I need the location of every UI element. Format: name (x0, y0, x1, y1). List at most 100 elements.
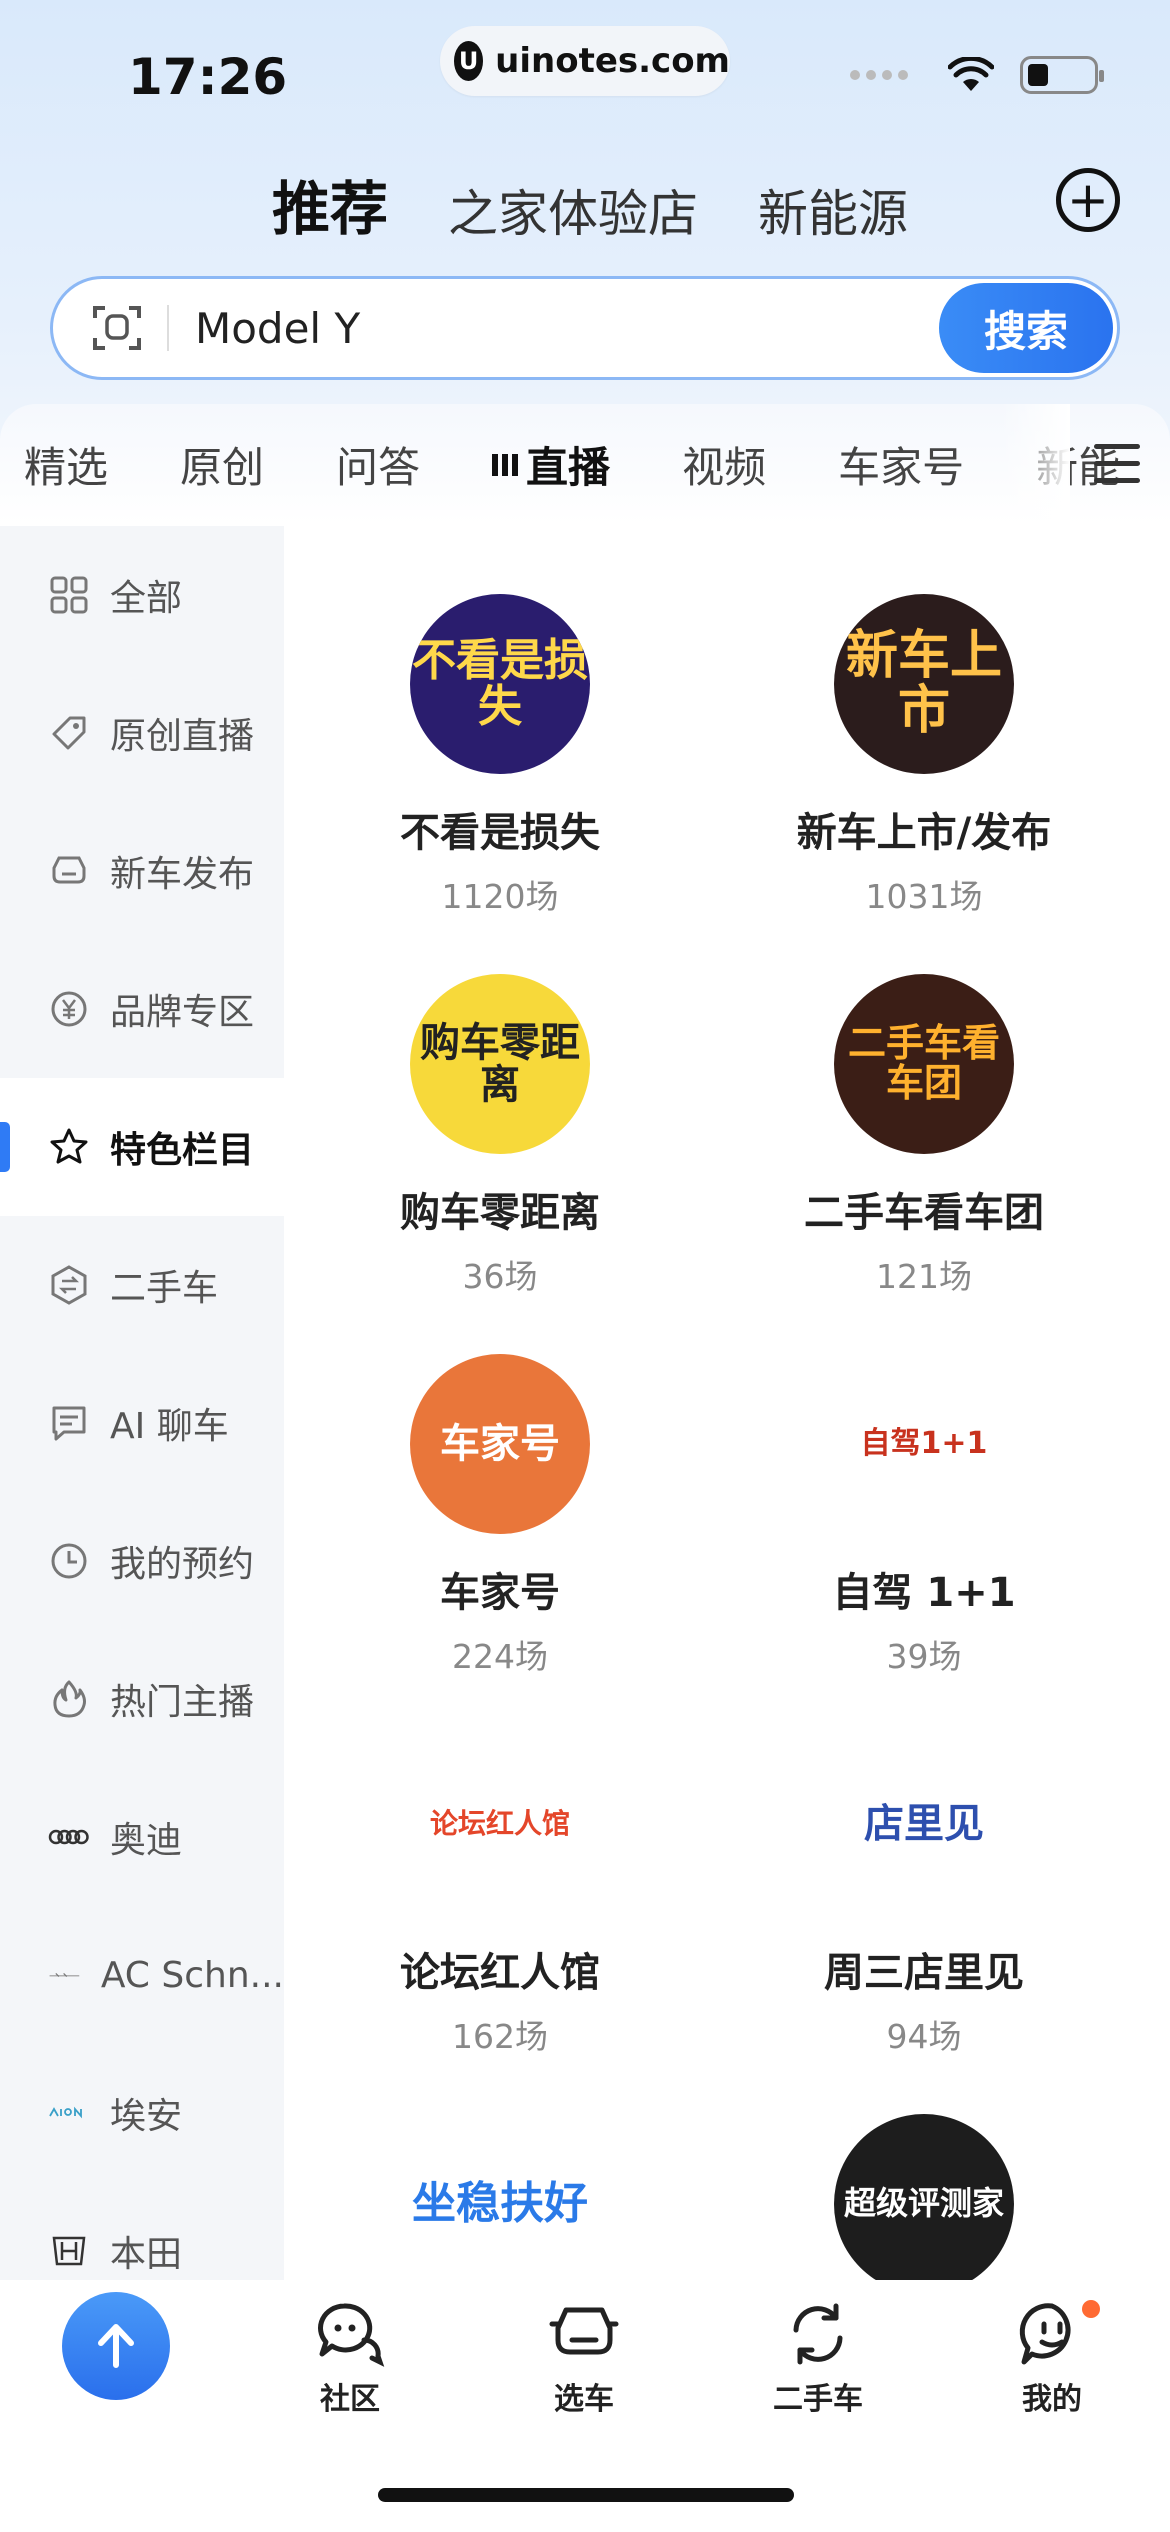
grid-icon (50, 576, 88, 614)
program-logo: 自驾1+1 (834, 1354, 1014, 1534)
category-live[interactable]: 直播 (492, 434, 610, 495)
program-count: 162场 (452, 2017, 548, 2056)
program-card[interactable]: 不看是损失 不看是损失 1120场 (290, 594, 710, 918)
program-count: 94场 (886, 2017, 962, 2056)
status-indicators (850, 56, 1104, 94)
site-logo-icon: U (454, 41, 484, 81)
top-tabs: 推荐 之家体验店 新能源 (267, 162, 968, 246)
program-count: 36场 (462, 1257, 538, 1296)
program-count: 1031场 (865, 877, 983, 916)
star-icon (50, 1128, 88, 1164)
scan-icon[interactable] (89, 300, 145, 356)
nav-profile[interactable]: 我的 (982, 2300, 1122, 2418)
sidebar-item-all[interactable]: 全部 (0, 526, 284, 664)
profile-icon (1019, 2303, 1071, 2365)
sidebar-item-hot-hosts[interactable]: 热门主播 (0, 1630, 284, 1768)
aion-logo-icon (49, 2106, 82, 2119)
sidebar-item-used-car[interactable]: 二手车 (0, 1216, 284, 1354)
sidebar-item-ac-schnitzer[interactable]: AC Schn... (0, 1906, 284, 2044)
sidebar-item-label: 本田 (110, 2234, 183, 2275)
sidebar-item-label: AC Schn... (100, 1954, 284, 1996)
category-bar: 精选 原创 问答 直播 视频 车家号 新能 (0, 404, 1170, 524)
nav-label: 我的 (1022, 2382, 1082, 2417)
status-time: 17:26 (128, 48, 288, 106)
category-original[interactable]: 原创 (180, 434, 264, 495)
program-logo: 新车上市 (834, 594, 1014, 774)
sidebar-item-label: 新车发布 (110, 854, 255, 895)
nav-used-car[interactable]: 二手车 (748, 2300, 888, 2418)
sidebar-item-audi[interactable]: 奥迪 (0, 1768, 284, 1906)
sidebar-item-label: 特色栏目 (110, 1130, 255, 1171)
search-input[interactable]: Model Y (195, 304, 939, 353)
program-count: 224场 (452, 1637, 548, 1676)
home-indicator (378, 2488, 794, 2502)
program-name: 二手车看车团 (804, 1190, 1044, 1236)
program-card[interactable]: 新车上市 新车上市/发布 1031场 (714, 594, 1134, 918)
exchange-icon (51, 1265, 87, 1305)
program-logo: 店里见 (834, 1734, 1014, 1914)
program-name: 不看是损失 (400, 810, 600, 856)
program-card[interactable]: 坐稳扶好 (290, 2114, 710, 2294)
arrow-up-icon (98, 2324, 134, 2368)
menu-icon[interactable] (1094, 444, 1140, 495)
sidebar-item-my-reservation[interactable]: 我的预约 (0, 1492, 284, 1630)
program-card[interactable]: 购车零距离 购车零距离 36场 (290, 974, 710, 1298)
wifi-icon (948, 57, 994, 91)
sidebar-item-label: 原创直播 (110, 716, 255, 757)
program-card[interactable]: 论坛红人馆 论坛红人馆 162场 (290, 1734, 710, 2058)
category-video[interactable]: 视频 (682, 434, 766, 495)
plus-circle-icon[interactable]: + (1056, 168, 1120, 232)
url-pill[interactable]: U uinotes.com (440, 26, 730, 96)
sidebar-item-ai-chat[interactable]: AI 聊车 (0, 1354, 284, 1492)
tab-new-energy[interactable]: 新能源 (758, 174, 908, 246)
category-fade (1000, 404, 1070, 524)
program-card[interactable]: 店里见 周三店里见 94场 (714, 1734, 1134, 2058)
sidebar-item-label: AI 聊车 (110, 1406, 229, 1447)
sidebar-item-aion[interactable]: 埃安 (0, 2044, 284, 2182)
search-button[interactable]: 搜索 (939, 283, 1113, 373)
honda-logo-icon (52, 2236, 86, 2266)
category-live-label: 直播 (526, 442, 611, 492)
program-logo: 购车零距离 (410, 974, 590, 1154)
sidebar-item-original-live[interactable]: 原创直播 (0, 664, 284, 802)
sidebar-item-label: 全部 (110, 578, 183, 619)
publish-button[interactable] (62, 2292, 170, 2400)
program-card[interactable]: 自驾1+1 自驾 1+1 39场 (714, 1354, 1134, 1678)
sidebar-item-label: 热门主播 (110, 1682, 255, 1723)
clock-icon (51, 1543, 87, 1579)
category-chejiahao[interactable]: 车家号 (838, 434, 964, 495)
program-logo: 论坛红人馆 (410, 1734, 590, 1914)
community-icon (318, 2303, 385, 2367)
ac-schnitzer-logo-icon (49, 1973, 80, 1977)
program-name: 论坛红人馆 (400, 1950, 600, 1996)
program-logo: 二手车看车团 (834, 974, 1014, 1154)
program-name: 自驾 1+1 (832, 1570, 1016, 1616)
car-icon (52, 856, 86, 884)
nav-select-car[interactable]: 选车 (514, 2300, 654, 2418)
car-select-icon (549, 2307, 619, 2355)
chat-icon (52, 1406, 86, 1441)
sidebar-item-new-car[interactable]: 新车发布 (0, 802, 284, 940)
sidebar-item-label: 二手车 (110, 1268, 219, 1309)
category-featured[interactable]: 精选 (24, 434, 108, 495)
program-card[interactable]: 车家号 车家号 224场 (290, 1354, 710, 1678)
tag-icon (52, 716, 86, 750)
nav-community[interactable]: 社区 (280, 2300, 420, 2418)
program-logo: 不看是损失 (410, 594, 590, 774)
search-bar[interactable]: Model Y 搜索 (50, 276, 1120, 380)
program-logo: 坐稳扶好 (410, 2114, 590, 2294)
tab-recommend[interactable]: 推荐 (267, 162, 388, 246)
tab-experience-store[interactable]: 之家体验店 (448, 174, 698, 246)
program-count: 1120场 (441, 877, 559, 916)
notification-dot (1082, 2300, 1100, 2318)
sidebar-item-honda[interactable]: 本田 (0, 2182, 284, 2280)
category-qa[interactable]: 问答 (336, 434, 420, 495)
sidebar-item-brand[interactable]: 品牌专区 (0, 940, 284, 1078)
nav-label: 社区 (320, 2382, 380, 2417)
program-card[interactable]: 超级评测家 (714, 2114, 1134, 2294)
sidebar-item-featured-columns[interactable]: 特色栏目 (0, 1078, 284, 1216)
program-card[interactable]: 二手车看车团 二手车看车团 121场 (714, 974, 1134, 1298)
sidebar-item-label: 奥迪 (110, 1820, 183, 1861)
program-name: 新车上市/发布 (796, 810, 1052, 856)
sidebar-item-label: 品牌专区 (110, 992, 255, 1033)
